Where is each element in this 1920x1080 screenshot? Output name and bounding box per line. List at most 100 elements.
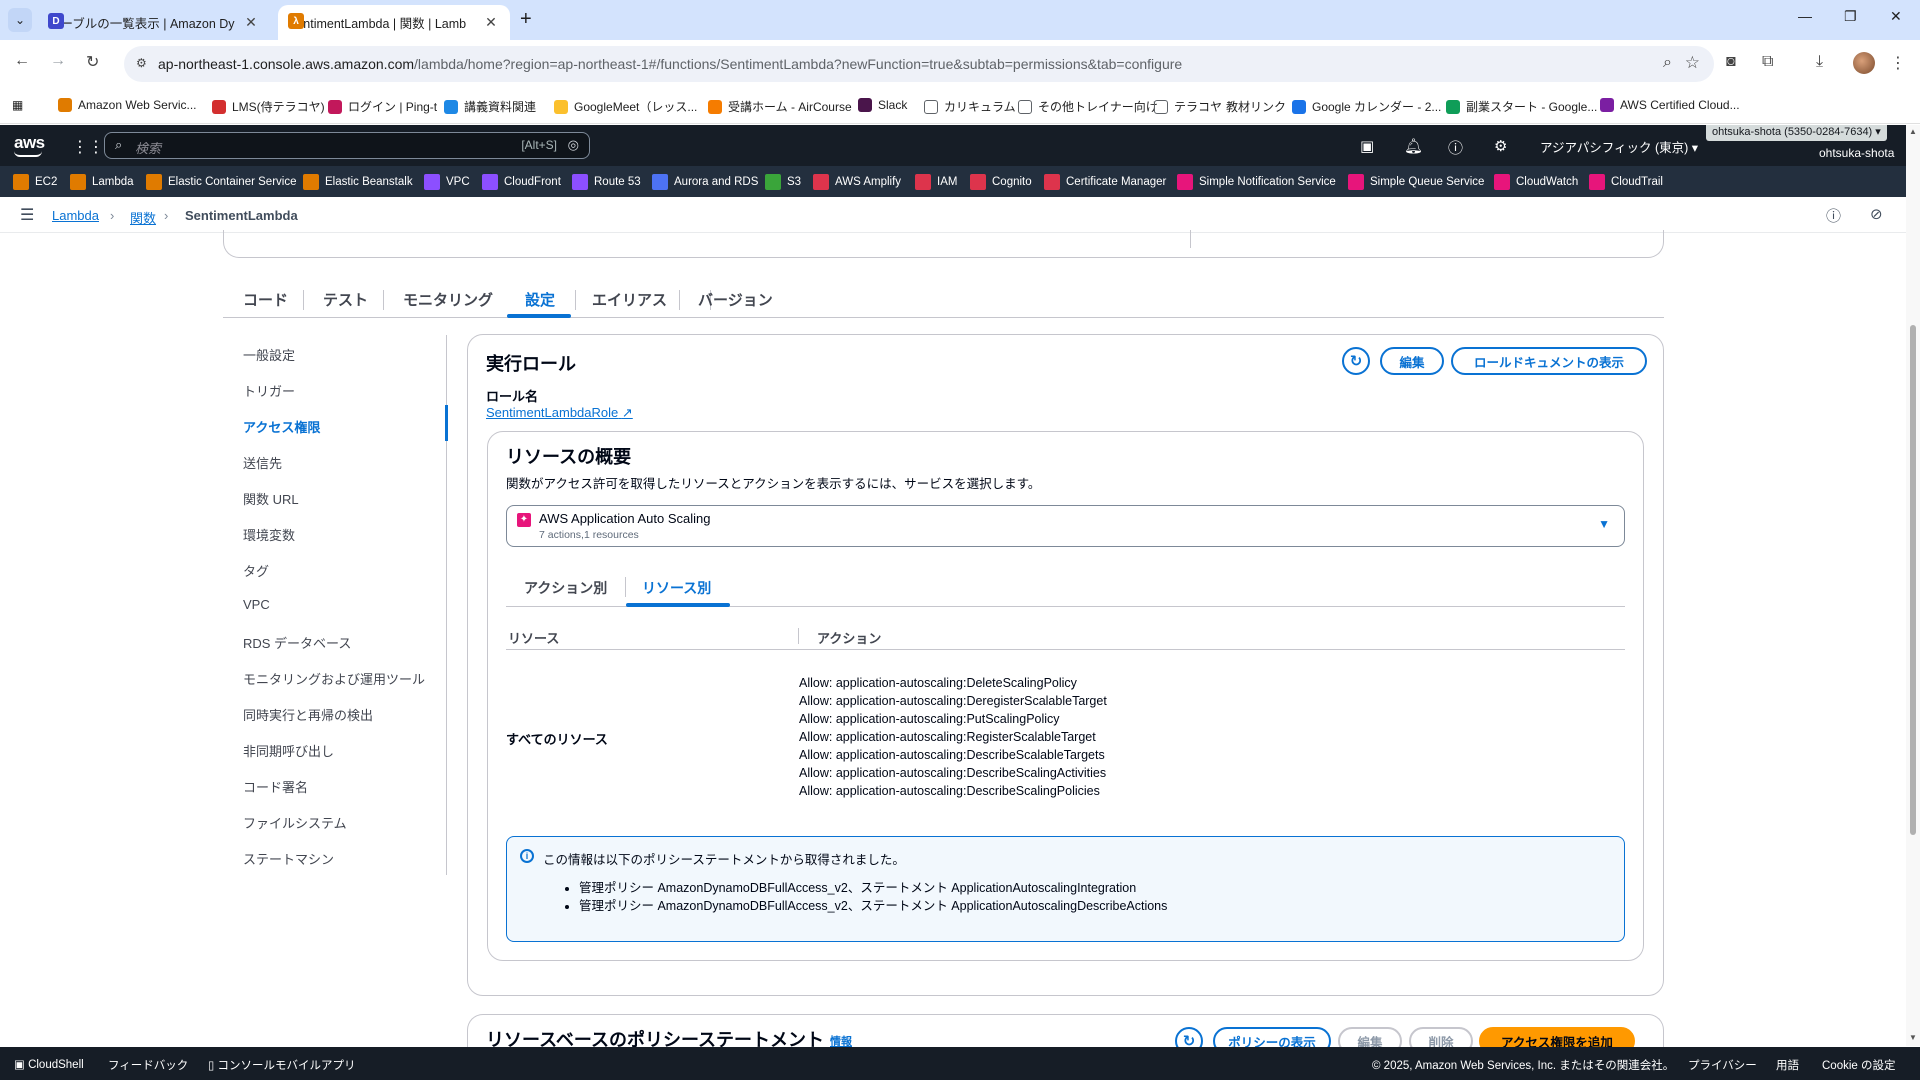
- forward-icon[interactable]: →: [50, 52, 66, 70]
- tab-by-action[interactable]: アクション別: [524, 578, 607, 598]
- more-menu-icon[interactable]: ⋮: [1890, 53, 1906, 73]
- fav-amplify[interactable]: AWS Amplify: [813, 174, 901, 190]
- bookmark-folder[interactable]: その他トレイナー向け: [1018, 98, 1158, 115]
- tab-aliases[interactable]: エイリアス: [592, 289, 667, 310]
- sidenav-tags[interactable]: タグ: [243, 561, 269, 580]
- cloudshell-icon[interactable]: ▣: [1360, 137, 1374, 155]
- aws-logo[interactable]: aws: [14, 133, 45, 157]
- bookmark-item[interactable]: LMS(侍テラコヤ): [212, 98, 325, 115]
- bell-icon[interactable]: 🔔︎: [1404, 137, 1423, 155]
- browser-tab-dynamodb[interactable]: D テーブルの一覧表示 | Amazon Dy ✕: [38, 5, 270, 40]
- mobile-app-link[interactable]: ▯ コンソールモバイルアプリ: [208, 1057, 356, 1073]
- new-tab-button[interactable]: +: [520, 8, 532, 31]
- region-selector[interactable]: アジアパシフィック (東京) ▾: [1540, 137, 1698, 156]
- fav-ec2[interactable]: EC2: [13, 174, 57, 190]
- scroll-down-icon[interactable]: ▼: [1909, 1033, 1917, 1042]
- restore-icon[interactable]: ❐: [1844, 8, 1857, 25]
- page-scrollbar[interactable]: ▲ ▼: [1906, 125, 1920, 1046]
- gear-icon[interactable]: ⚙: [1494, 137, 1507, 155]
- sidenav-vpc[interactable]: VPC: [243, 597, 270, 612]
- bookmark-star-icon[interactable]: ☆: [1685, 53, 1700, 73]
- fav-rds[interactable]: Aurora and RDS: [652, 174, 758, 190]
- sidenav-function-url[interactable]: 関数 URL: [243, 489, 299, 508]
- close-icon[interactable]: ✕: [242, 14, 260, 31]
- privacy-link[interactable]: プライバシー: [1688, 1057, 1757, 1073]
- fav-cloudfront[interactable]: CloudFront: [482, 174, 561, 190]
- fav-cognito[interactable]: Cognito: [970, 174, 1032, 190]
- bookmark-item[interactable]: ログイン | Ping-t: [328, 98, 437, 115]
- fav-acm[interactable]: Certificate Manager: [1044, 174, 1166, 190]
- scrollbar-thumb[interactable]: [1910, 325, 1916, 835]
- refresh-button[interactable]: ↻: [1342, 347, 1370, 375]
- fav-route53[interactable]: Route 53: [572, 174, 641, 190]
- tab-code[interactable]: コード: [243, 289, 288, 310]
- tab-configuration[interactable]: 設定: [525, 289, 555, 310]
- terms-link[interactable]: 用語: [1776, 1057, 1799, 1073]
- settings-icon[interactable]: ⊘: [1870, 205, 1883, 223]
- fav-ecs[interactable]: Elastic Container Service: [146, 174, 296, 190]
- fav-sqs[interactable]: Simple Queue Service: [1348, 174, 1484, 190]
- help-icon[interactable]: ⓘ: [1448, 137, 1463, 158]
- bookmark-item[interactable]: 副業スタート - Google...: [1446, 98, 1597, 115]
- sidenav-permissions[interactable]: アクセス権限: [243, 417, 320, 436]
- sidenav-monitoring-tools[interactable]: モニタリングおよび運用ツール: [243, 669, 425, 688]
- sidenav-async[interactable]: 非同期呼び出し: [243, 741, 334, 760]
- aws-search-input[interactable]: ⌕ 検索 [Alt+S] ◎: [104, 132, 590, 159]
- edit-role-button[interactable]: 編集: [1380, 347, 1444, 375]
- menu-icon[interactable]: ☰: [20, 205, 34, 225]
- close-icon[interactable]: ✕: [482, 14, 500, 31]
- zoom-icon[interactable]: ⌕: [1663, 54, 1672, 72]
- breadcrumb-functions[interactable]: 関数: [130, 208, 156, 227]
- cookie-settings-link[interactable]: Cookie の設定: [1822, 1057, 1896, 1073]
- fav-s3[interactable]: S3: [765, 174, 801, 190]
- tab-search-button[interactable]: ⌄: [8, 8, 32, 32]
- bookmark-folder[interactable]: カリキュラム: [924, 98, 1016, 115]
- bookmark-folder[interactable]: テラコヤ: [1154, 98, 1222, 115]
- browser-tab-lambda[interactable]: λ SentimentLambda | 関数 | Lamb ✕: [278, 5, 510, 40]
- cloudshell-link[interactable]: ▣ CloudShell: [14, 1057, 84, 1071]
- bookmark-item[interactable]: Google カレンダー - 2...: [1292, 98, 1441, 115]
- sidenav-general[interactable]: 一般設定: [243, 345, 295, 364]
- fav-vpc[interactable]: VPC: [424, 174, 470, 190]
- profile-avatar[interactable]: [1853, 52, 1875, 74]
- sidenav-destinations[interactable]: 送信先: [243, 453, 282, 472]
- bookmark-item[interactable]: 講義資料関連: [444, 98, 536, 115]
- bookmark-item[interactable]: Slack: [858, 98, 907, 112]
- site-info-icon[interactable]: ⚙: [136, 56, 147, 70]
- service-select[interactable]: ✦ AWS Application Auto Scaling 7 actions…: [506, 505, 1625, 547]
- back-icon[interactable]: ←: [14, 52, 30, 70]
- sidenav-code-signing[interactable]: コード署名: [243, 777, 308, 796]
- tab-monitoring[interactable]: モニタリング: [403, 289, 493, 310]
- reload-icon[interactable]: ↻: [86, 52, 99, 72]
- sidenav-file-system[interactable]: ファイルシステム: [243, 813, 347, 832]
- account-name[interactable]: ohtsuka-shota: [1819, 146, 1894, 160]
- feedback-link[interactable]: フィードバック: [108, 1057, 188, 1073]
- bookmark-item[interactable]: GoogleMeet（レッス...: [554, 98, 697, 115]
- role-name-link[interactable]: SentimentLambdaRole ↗: [486, 405, 633, 421]
- search-settings-icon[interactable]: ◎: [568, 137, 579, 153]
- bookmark-item[interactable]: 教材リンク: [1226, 98, 1286, 115]
- bookmark-item[interactable]: 受講ホーム - AirCourse: [708, 98, 852, 115]
- sidenav-concurrency[interactable]: 同時実行と再帰の検出: [243, 705, 373, 724]
- fav-lambda[interactable]: Lambda: [70, 174, 134, 190]
- apps-icon[interactable]: ▦: [12, 98, 23, 112]
- bookmark-item[interactable]: Amazon Web Servic...: [58, 98, 197, 112]
- extensions-icon[interactable]: ⧉: [1762, 53, 1773, 71]
- sidenav-state-machines[interactable]: ステートマシン: [243, 849, 334, 868]
- bookmark-item[interactable]: AWS Certified Cloud...: [1600, 98, 1740, 112]
- fav-beanstalk[interactable]: Elastic Beanstalk: [303, 174, 413, 190]
- window-close-icon[interactable]: ✕: [1890, 8, 1902, 25]
- tab-test[interactable]: テスト: [323, 289, 368, 310]
- tab-versions[interactable]: バージョン: [698, 289, 773, 310]
- fav-cloudwatch[interactable]: CloudWatch: [1494, 174, 1578, 190]
- sidenav-rds[interactable]: RDS データベース: [243, 633, 351, 652]
- fav-sns[interactable]: Simple Notification Service: [1177, 174, 1336, 190]
- view-role-document-button[interactable]: ロールドキュメントの表示: [1451, 347, 1647, 375]
- sidenav-triggers[interactable]: トリガー: [243, 381, 295, 400]
- tab-by-resource[interactable]: リソース別: [642, 578, 711, 598]
- scroll-up-icon[interactable]: ▲: [1909, 127, 1917, 136]
- minimize-icon[interactable]: —: [1798, 8, 1812, 24]
- fav-iam[interactable]: IAM: [915, 174, 957, 190]
- info-icon[interactable]: ⓘ: [1826, 205, 1841, 226]
- address-bar[interactable]: ⚙ ap-northeast-1.console.aws.amazon.com/…: [124, 46, 1714, 82]
